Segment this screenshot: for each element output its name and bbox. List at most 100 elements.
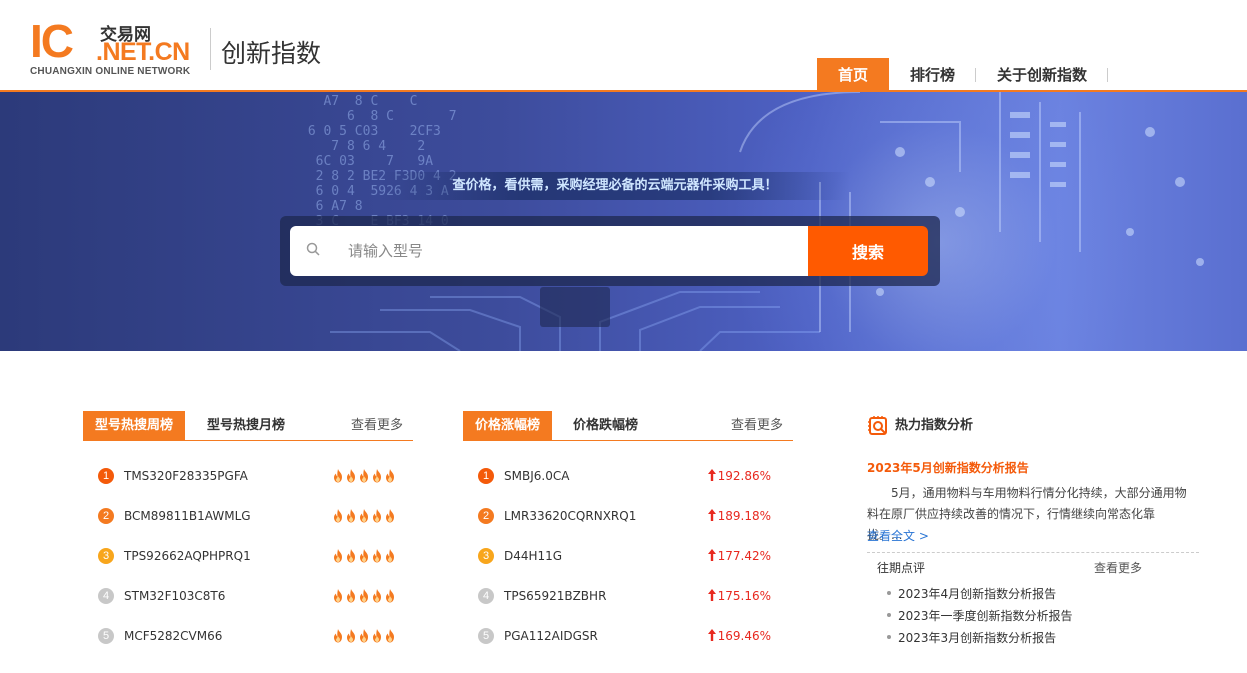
list-item[interactable]: 2 LMR33620CQRNXRQ1 189.18% — [463, 507, 793, 527]
hero-banner: A7 8 C C 6 8 C 7 6 0 5 C03 2CF3 7 8 6 4 … — [0, 92, 1247, 351]
list-item[interactable]: 4 STM32F103C8T6 — [83, 587, 413, 607]
past-reviews-more-link[interactable]: 查看更多 — [1094, 559, 1142, 576]
flame-icon — [334, 469, 342, 483]
past-report-label: 2023年4月创新指数分析报告 — [898, 587, 1057, 601]
flame-icon — [373, 469, 381, 483]
bullet-icon — [887, 635, 891, 639]
flame-icon — [347, 629, 355, 643]
nav-ranking[interactable]: 排行榜 — [889, 58, 977, 92]
flame-icon — [334, 509, 342, 523]
nav-home[interactable]: 首页 — [817, 58, 890, 92]
list-item[interactable]: 3 D44H11G 177.42% — [463, 547, 793, 567]
past-reviews-title: 往期点评 — [877, 561, 926, 575]
heat-rating — [332, 469, 396, 483]
flame-icon — [334, 549, 342, 563]
tab-price-fall[interactable]: 价格跌幅榜 — [573, 411, 638, 441]
rank-badge: 3 — [478, 548, 494, 564]
price-change-value: 192.86% — [717, 469, 771, 483]
flame-icon — [386, 629, 394, 643]
arrow-up-icon — [707, 469, 716, 481]
part-number: STM32F103C8T6 — [124, 589, 226, 603]
nav-home-label: 首页 — [838, 66, 869, 84]
analysis-divider — [867, 552, 1199, 553]
part-number: LMR33620CQRNXRQ1 — [504, 509, 637, 523]
list-item[interactable]: 2 BCM89811B1AWMLG — [83, 507, 413, 527]
list-item[interactable]: 3 TPS92662AQPHPRQ1 — [83, 547, 413, 567]
flame-icon — [347, 589, 355, 603]
rank-badge: 3 — [98, 548, 114, 564]
tab-monthly-hot[interactable]: 型号热搜月榜 — [207, 411, 285, 441]
hot-search-tabs: 型号热搜周榜 型号热搜月榜 查看更多 — [83, 411, 413, 441]
flame-icon — [373, 629, 381, 643]
price-change: 169.46% — [707, 627, 771, 645]
site-logo[interactable]: IC 交易网 .NET.CN CHUANGXIN ONLINE NETWORK — [30, 18, 205, 78]
flame-icon — [360, 549, 368, 563]
search-bar: 搜索 — [280, 216, 940, 286]
tab-price-rise[interactable]: 价格涨幅榜 — [463, 411, 553, 441]
price-rise-panel: 价格涨幅榜 价格跌幅榜 查看更多 1 SMBJ6.0CA 192.86% 2 LMR33… — [463, 411, 793, 644]
rank-badge: 5 — [478, 628, 494, 644]
bullet-icon — [887, 591, 891, 595]
search-button[interactable]: 搜索 — [808, 226, 928, 276]
part-number: MCF5282CVM66 — [124, 629, 223, 643]
past-report-link[interactable]: 2023年3月创新指数分析报告 — [887, 629, 1056, 646]
part-number: TMS320F28335PGFA — [124, 469, 248, 483]
main-nav: 首页 排行榜 关于创新指数 — [817, 58, 1109, 92]
logo-divider — [210, 28, 211, 70]
flame-icon — [386, 549, 394, 563]
search-icon — [306, 242, 320, 256]
read-full-link[interactable]: 查看全文 > — [867, 527, 929, 544]
flame-icon — [347, 549, 355, 563]
price-change-value: 175.16% — [717, 589, 771, 603]
flame-icon — [373, 589, 381, 603]
report-title-link[interactable]: 2023年5月创新指数分析报告 — [867, 459, 1029, 476]
past-report-link[interactable]: 2023年一季度创新指数分析报告 — [887, 607, 1073, 624]
logo-net: .NET.CN — [96, 38, 190, 66]
price-change: 192.86% — [707, 467, 771, 485]
part-number: SMBJ6.0CA — [504, 469, 570, 483]
arrow-up-icon — [707, 629, 716, 641]
analysis-panel: 热力指数分析 2023年5月创新指数分析报告 5月，通用物料与车用物料行情分化持… — [867, 411, 1199, 645]
part-number: TPS92662AQPHPRQ1 — [124, 549, 251, 563]
nav-about[interactable]: 关于创新指数 — [976, 58, 1109, 92]
analysis-title: 热力指数分析 — [895, 418, 974, 433]
arrow-up-icon — [707, 509, 716, 521]
list-item[interactable]: 1 TMS320F28335PGFA — [83, 467, 413, 487]
tab-weekly-hot[interactable]: 型号热搜周榜 — [83, 411, 186, 441]
price-change: 175.16% — [707, 587, 771, 605]
flame-icon — [373, 509, 381, 523]
list-item[interactable]: 4 TPS65921BZBHR 175.16% — [463, 587, 793, 607]
arrow-up-icon — [707, 549, 716, 561]
banner-slogan: 查价格，看供需，采购经理必备的云端元器件采购工具！ — [380, 172, 850, 200]
heat-index-icon — [868, 416, 887, 435]
arrow-up-icon — [707, 589, 716, 601]
heat-rating — [332, 589, 396, 603]
rank-badge: 4 — [478, 588, 494, 604]
search-input[interactable] — [348, 226, 788, 276]
site-title: 创新指数 — [221, 39, 322, 68]
price-change-value: 177.42% — [717, 549, 771, 563]
rank-badge: 4 — [98, 588, 114, 604]
nav-separator — [1107, 68, 1109, 82]
rank-badge: 2 — [478, 508, 494, 524]
list-item[interactable]: 1 SMBJ6.0CA 192.86% — [463, 467, 793, 487]
rank-badge: 1 — [478, 468, 494, 484]
list-item[interactable]: 5 PGA112AIDGSR 169.46% — [463, 627, 793, 647]
hot-search-more-link[interactable]: 查看更多 — [351, 411, 403, 441]
nav-ranking-label: 排行榜 — [910, 66, 956, 84]
flame-icon — [334, 589, 342, 603]
price-rise-more-link[interactable]: 查看更多 — [731, 411, 783, 441]
price-change-value: 169.46% — [717, 629, 771, 643]
list-item[interactable]: 5 MCF5282CVM66 — [83, 627, 413, 647]
logo-ic: IC — [30, 15, 74, 67]
logo-tagline: CHUANGXIN ONLINE NETWORK — [30, 66, 191, 77]
part-number: BCM89811B1AWMLG — [124, 509, 251, 523]
flame-icon — [360, 469, 368, 483]
flame-icon — [334, 629, 342, 643]
past-report-link[interactable]: 2023年4月创新指数分析报告 — [887, 585, 1056, 602]
rank-badge: 2 — [98, 508, 114, 524]
flame-icon — [360, 629, 368, 643]
rank-badge: 1 — [98, 468, 114, 484]
part-number: D44H11G — [504, 549, 563, 563]
flame-icon — [386, 469, 394, 483]
